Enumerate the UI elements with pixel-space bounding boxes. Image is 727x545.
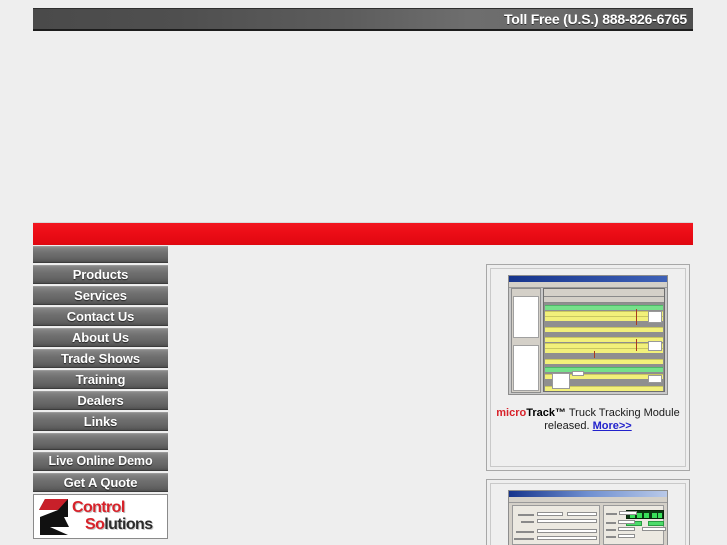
sidebar-item-label: Training [75,372,126,387]
caption-brand-suffix: Track™ [526,407,566,419]
app-toolbar [544,289,664,297]
news-panel-secondary [486,479,690,545]
sidebar-nav: Products Services Contact Us About Us Tr… [33,246,168,539]
sidebar-item-links[interactable]: Links [33,412,168,431]
company-logo[interactable]: Control Solutions [33,494,168,539]
app-left-pane [511,288,541,393]
lightning-bolt-s-icon [39,499,69,535]
nav-spacer-middle [33,433,168,450]
sidebar-item-services[interactable]: Services [33,286,168,305]
app-grid-header [544,297,664,303]
banner-area [0,34,727,220]
app2-left-group [512,505,600,545]
sidebar-item-label: Dealers [77,393,124,408]
top-header-bar: Toll Free (U.S.) 888-826-6765 [33,8,693,31]
news-caption: microTrack™ Truck Tracking Module releas… [496,407,680,433]
page-root: Toll Free (U.S.) 888-826-6765 Products S… [0,0,727,545]
app-dispatch-grid [543,288,665,392]
thumbnail-wrap [496,275,680,400]
sidebar-item-get-a-quote[interactable]: Get A Quote [33,473,168,492]
sidebar-item-label: Contact Us [66,309,135,324]
microtrack-dispatch-screenshot-thumbnail[interactable] [508,275,668,395]
sidebar-item-label: Products [72,267,129,282]
logo-line-solutions: Solutions [85,516,153,534]
sidebar-item-products[interactable]: Products [33,265,168,284]
logo-control-text: Control [72,499,125,516]
app-list-top [513,296,539,338]
news-panel-inner: microTrack™ Truck Tracking Module releas… [490,268,686,467]
sidebar-item-label: About Us [72,330,129,345]
configuration-app-screenshot-thumbnail[interactable] [508,490,668,545]
sidebar-item-label: Get A Quote [63,475,138,490]
caption-brand-prefix: micro [496,407,527,419]
toll-free-phone-label: Toll Free (U.S.) 888-826-6765 [503,11,687,27]
logo-lutions-text: lutions [104,516,153,533]
red-divider-bar [33,222,693,245]
main-content-area [175,246,475,541]
app2-menubar [509,497,667,503]
more-link[interactable]: More>> [593,420,632,432]
nav-spacer-top [33,246,168,263]
sidebar-item-label: Links [83,414,118,429]
news-panel-microtrack: microTrack™ Truck Tracking Module releas… [486,264,690,471]
sidebar-item-label: Services [74,288,127,303]
logo-so-text: So [85,516,105,533]
sidebar-item-label: Live Online Demo [48,454,153,468]
sidebar-item-about-us[interactable]: About Us [33,328,168,347]
thumbnail-wrap-2 [496,490,680,545]
sidebar-item-training[interactable]: Training [33,370,168,389]
app2-right-group [603,505,666,545]
news-panel-inner-2 [490,483,686,545]
sidebar-item-label: Trade Shows [60,351,141,366]
logo-wordmark: Control Solutions [72,498,166,538]
sidebar-item-contact-us[interactable]: Contact Us [33,307,168,326]
sidebar-item-trade-shows[interactable]: Trade Shows [33,349,168,368]
sidebar-item-live-online-demo[interactable]: Live Online Demo [33,452,168,471]
app-list-bottom [513,345,539,391]
logo-line-control: Control [72,499,125,517]
sidebar-item-dealers[interactable]: Dealers [33,391,168,410]
